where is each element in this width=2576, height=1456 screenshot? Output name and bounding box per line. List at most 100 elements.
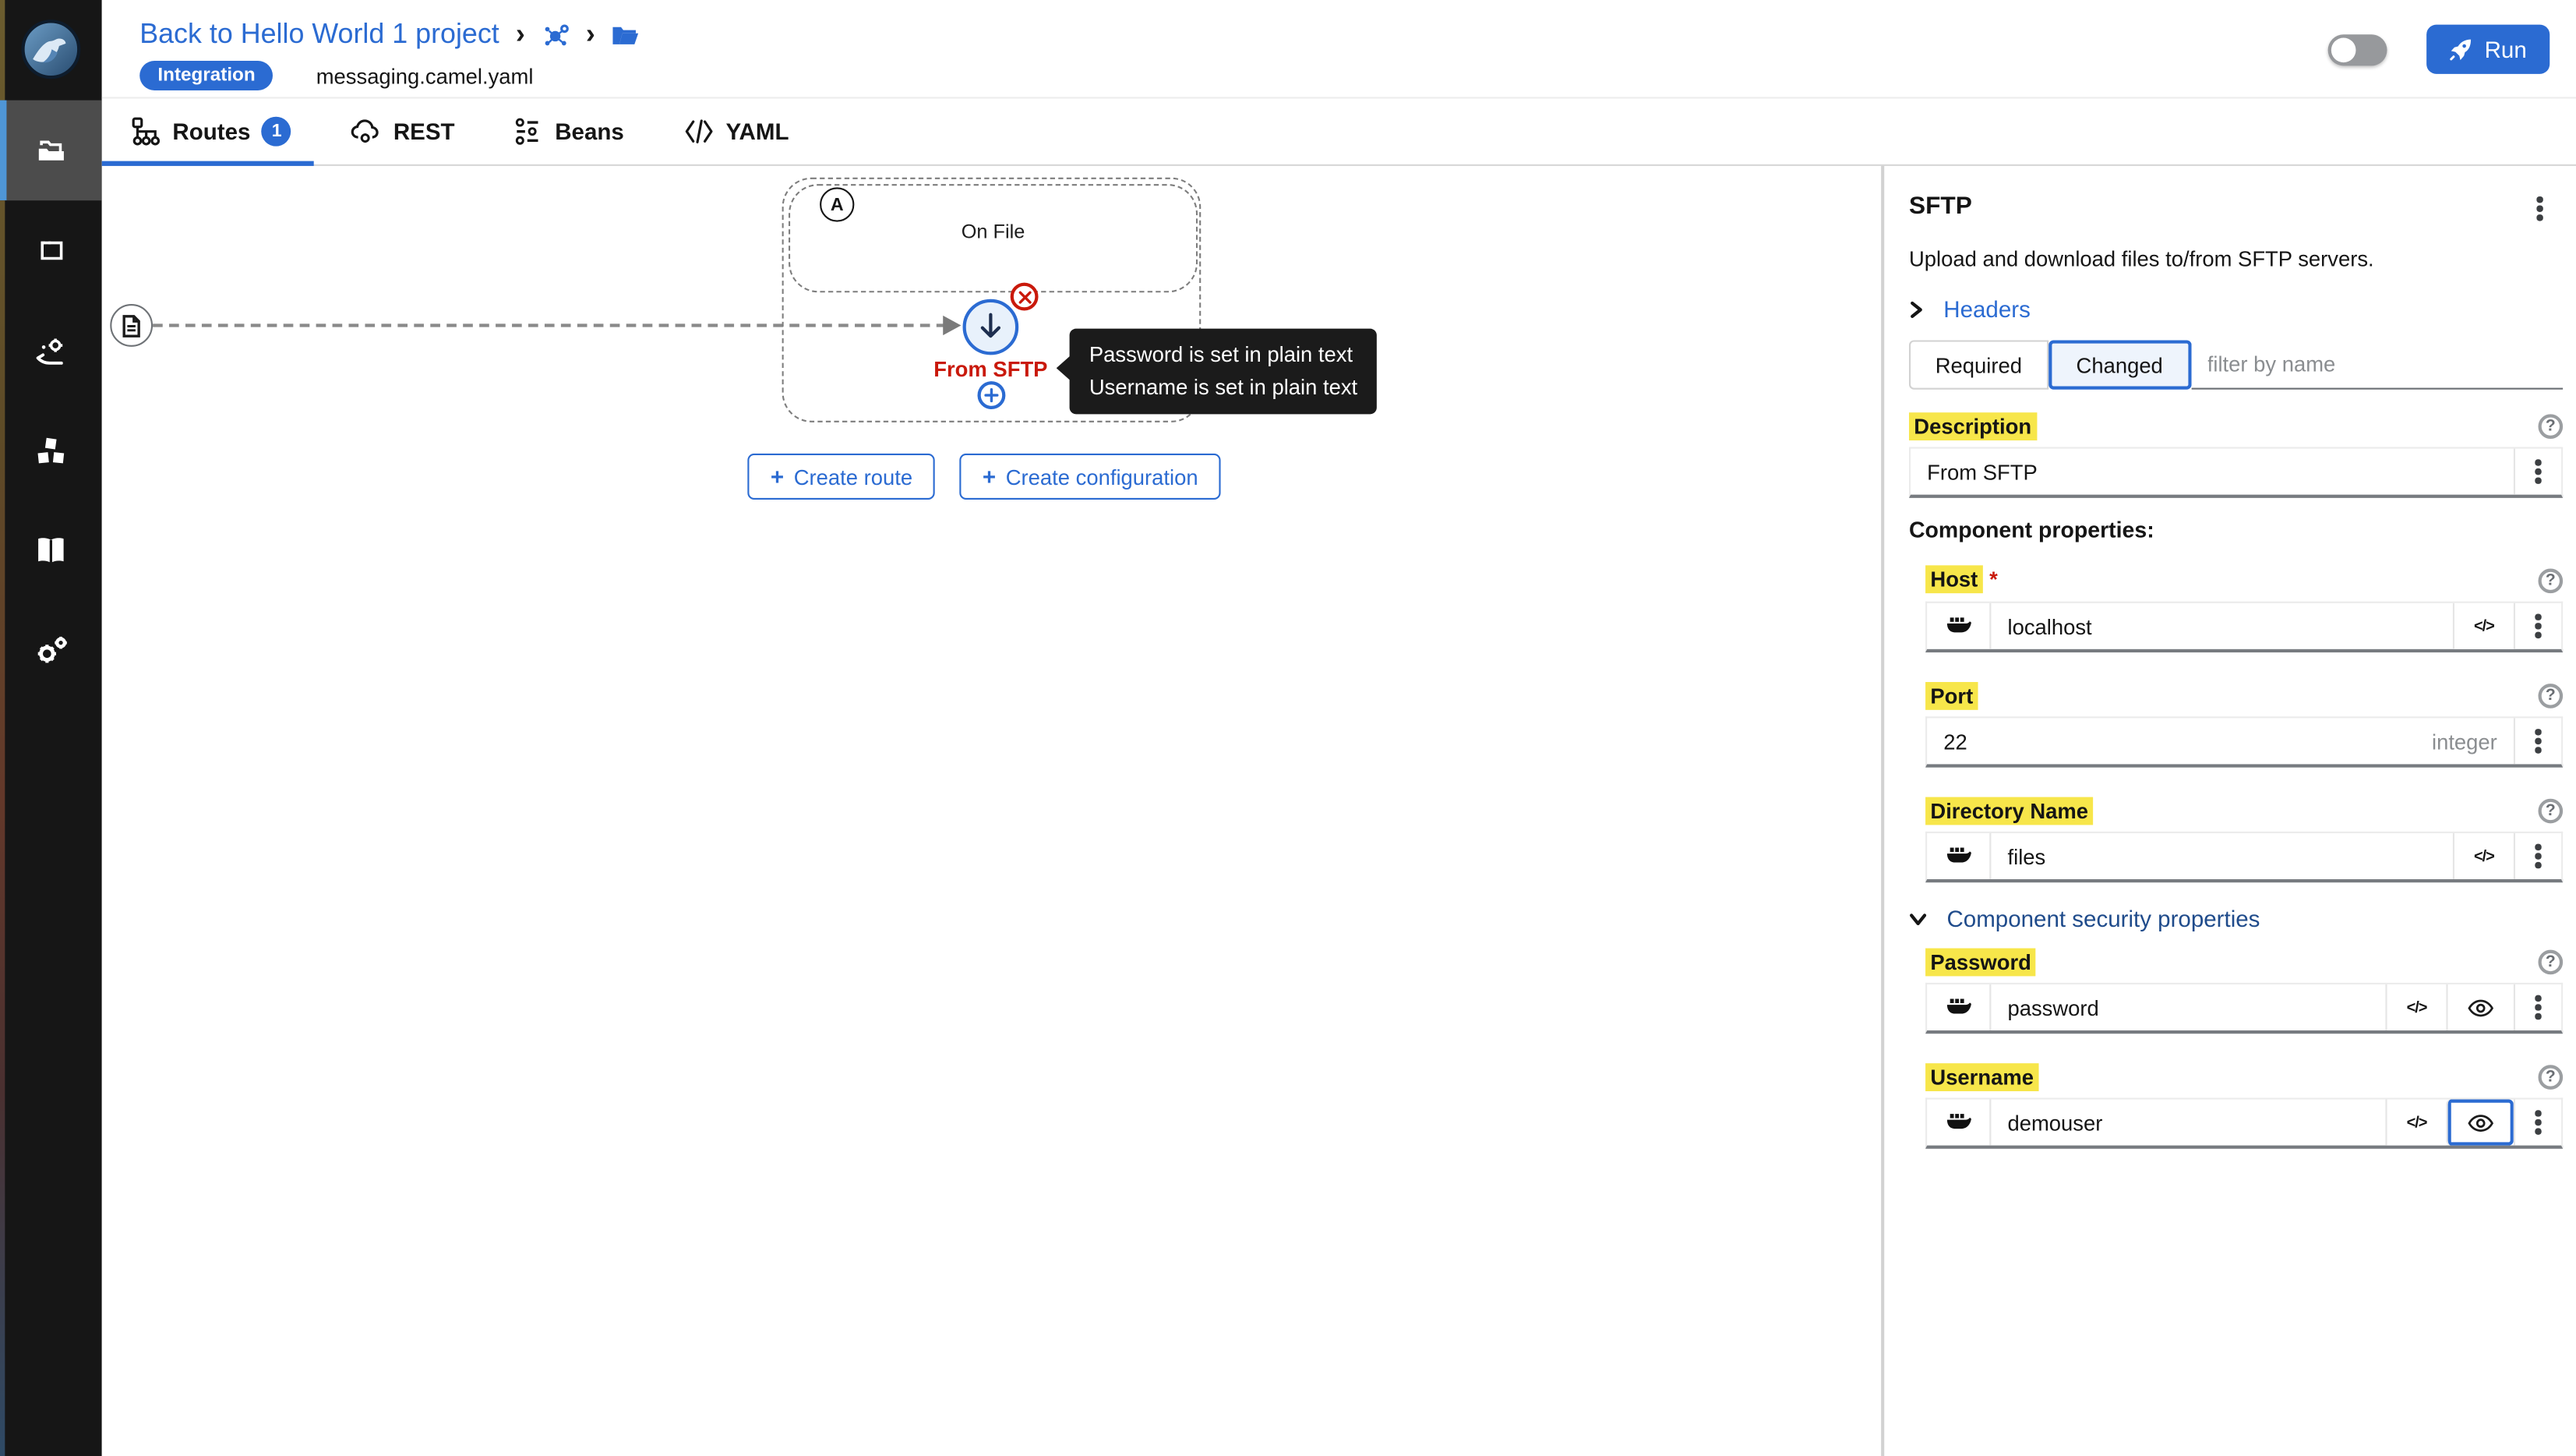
field-kebab-menu[interactable] (2514, 603, 2561, 649)
security-section-heading: Component security properties (1946, 906, 2260, 932)
kebab-icon (2535, 468, 2541, 474)
help-icon[interactable]: ? (2539, 799, 2564, 824)
breadcrumb-separator: › (516, 19, 525, 47)
integration-graph-icon[interactable] (542, 20, 570, 48)
expression-code-button[interactable]: </> (2385, 1100, 2446, 1146)
component-whale-icon[interactable] (1927, 833, 1991, 879)
settings-gears-icon (32, 631, 69, 669)
help-icon[interactable]: ? (2539, 414, 2564, 439)
component-whale-icon[interactable] (1927, 1100, 1991, 1146)
help-icon[interactable]: ? (2539, 1065, 2564, 1090)
rest-cloud-icon (351, 117, 382, 147)
nav-item-catalog[interactable] (0, 500, 102, 600)
file-name: messaging.camel.yaml (316, 63, 534, 88)
kaoto-app-window: Back to Hello World 1 project › › Integr… (0, 0, 2576, 1456)
show-username-button[interactable] (2446, 1100, 2513, 1146)
code-icon: </> (2407, 1113, 2427, 1131)
field-kebab-menu[interactable] (2514, 984, 2561, 1030)
visualization-icon (34, 233, 68, 267)
kebab-icon (2537, 206, 2542, 211)
password-field-label: Password (1925, 949, 2036, 977)
headers-expander[interactable]: Headers (1909, 296, 2563, 323)
create-configuration-button[interactable]: + Create configuration (959, 454, 1221, 500)
run-button[interactable]: Run (2427, 25, 2550, 74)
eye-icon (2468, 1113, 2494, 1131)
directory-name-field-row: </> (1925, 832, 2563, 882)
plus-icon (984, 388, 999, 403)
open-folder-icon[interactable] (612, 22, 640, 47)
username-input[interactable] (1991, 1110, 2385, 1135)
yaml-code-icon (683, 118, 715, 145)
directory-name-input[interactable] (1991, 844, 2452, 869)
port-input[interactable] (1927, 729, 2432, 754)
file-meta-row: Integration messaging.camel.yaml (139, 61, 533, 90)
nav-item-services[interactable] (0, 301, 102, 401)
run-button-label: Run (2485, 36, 2527, 62)
tab-rest[interactable]: REST (321, 99, 484, 164)
password-input[interactable] (1991, 995, 2385, 1020)
create-route-button[interactable]: + Create route (747, 454, 935, 500)
kebab-icon (2535, 624, 2541, 629)
tab-beans[interactable]: Beans (485, 99, 654, 164)
panel-kebab-menu[interactable] (2517, 193, 2563, 225)
help-icon[interactable]: ? (2539, 567, 2564, 592)
tooltip-line: Username is set in plain text (1089, 372, 1357, 405)
nav-item-source-project[interactable] (0, 101, 102, 201)
expression-code-button[interactable]: </> (2385, 984, 2446, 1030)
help-icon[interactable]: ? (2539, 950, 2564, 975)
port-type-hint: integer (2432, 718, 2514, 764)
breadcrumb: Back to Hello World 1 project › › (139, 15, 639, 55)
expression-code-button[interactable]: </> (2453, 603, 2514, 649)
host-field-row: </> (1925, 602, 2563, 652)
screen: Back to Hello World 1 project › › Integr… (0, 0, 2576, 1456)
route-canvas[interactable]: A On File From SFTP Password is set in p… (102, 166, 1881, 1456)
rocket-icon (2450, 37, 2473, 61)
expression-code-button[interactable]: </> (2453, 833, 2514, 879)
nav-item-settings[interactable] (0, 600, 102, 701)
node-error-badge[interactable] (1011, 283, 1039, 311)
source-project-icon (34, 133, 68, 168)
component-whale-icon[interactable] (1927, 603, 1991, 649)
field-kebab-menu[interactable] (2514, 718, 2561, 764)
tab-yaml[interactable]: YAML (654, 99, 819, 164)
description-input[interactable] (1911, 459, 2514, 484)
host-input[interactable] (1991, 613, 2452, 638)
chevron-right-icon (1909, 300, 1924, 318)
security-section-expander[interactable]: Component security properties (1909, 906, 2563, 932)
kaoto-logo[interactable] (19, 18, 82, 80)
nav-item-components[interactable] (0, 401, 102, 501)
on-file-group-label: On File (789, 221, 1198, 244)
chevron-down-icon (1909, 911, 1927, 926)
port-field-label: Port (1925, 682, 1978, 710)
tooltip-line: Password is set in plain text (1089, 338, 1357, 371)
filter-toolbar: Required Changed (1909, 340, 2563, 389)
tab-routes[interactable]: Routes 1 (102, 99, 321, 164)
source-document-node[interactable] (110, 304, 153, 347)
tab-yaml-label: YAML (726, 118, 789, 145)
show-password-button[interactable] (2446, 984, 2513, 1030)
properties-panel: SFTP Upload and download files to/from S… (1884, 166, 2576, 1456)
document-icon (120, 313, 143, 338)
nav-item-visualization[interactable] (0, 200, 102, 301)
required-marker: * (1989, 567, 1998, 592)
sftp-consumer-node[interactable] (963, 299, 1019, 355)
routes-tree-icon (132, 117, 161, 147)
plus-icon: + (771, 465, 784, 489)
filter-by-name-input[interactable] (2191, 340, 2563, 389)
mode-toggle-switch[interactable] (2328, 34, 2387, 65)
headers-link[interactable]: Headers (1943, 296, 2031, 323)
add-step-badge[interactable] (978, 381, 1006, 409)
code-icon: </> (2474, 847, 2494, 865)
field-kebab-menu[interactable] (2514, 833, 2561, 879)
component-whale-icon[interactable] (1927, 984, 1991, 1030)
code-icon: </> (2474, 617, 2494, 635)
back-to-project-link[interactable]: Back to Hello World 1 project (139, 18, 499, 51)
username-field-label: Username (1925, 1063, 2038, 1091)
help-icon[interactable]: ? (2539, 684, 2564, 709)
field-kebab-menu[interactable] (2514, 449, 2561, 495)
description-field-row (1909, 447, 2563, 497)
required-filter-toggle[interactable]: Required (1909, 340, 2048, 389)
field-kebab-menu[interactable] (2514, 1100, 2561, 1146)
changed-filter-toggle[interactable]: Changed (2048, 340, 2191, 389)
panel-title: SFTP (1909, 193, 1972, 221)
